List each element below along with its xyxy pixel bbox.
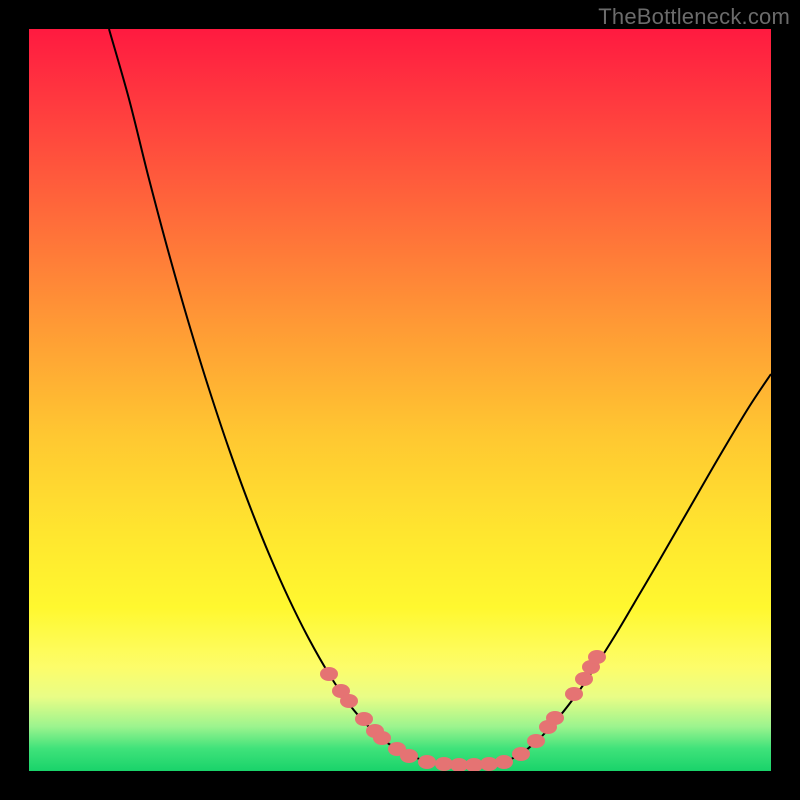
curve-marker — [373, 731, 391, 745]
bottleneck-curve — [109, 29, 771, 766]
chart-svg — [29, 29, 771, 771]
curve-marker — [418, 755, 436, 769]
curve-marker — [400, 749, 418, 763]
curve-marker — [565, 687, 583, 701]
chart-plot-area — [29, 29, 771, 771]
curve-marker — [480, 757, 498, 771]
curve-marker — [512, 747, 530, 761]
curve-marker — [355, 712, 373, 726]
curve-marker — [320, 667, 338, 681]
curve-marker — [527, 734, 545, 748]
curve-marker — [546, 711, 564, 725]
curve-marker — [575, 672, 593, 686]
curve-marker — [495, 755, 513, 769]
curve-marker — [588, 650, 606, 664]
curve-marker — [340, 694, 358, 708]
watermark-text: TheBottleneck.com — [598, 4, 790, 30]
